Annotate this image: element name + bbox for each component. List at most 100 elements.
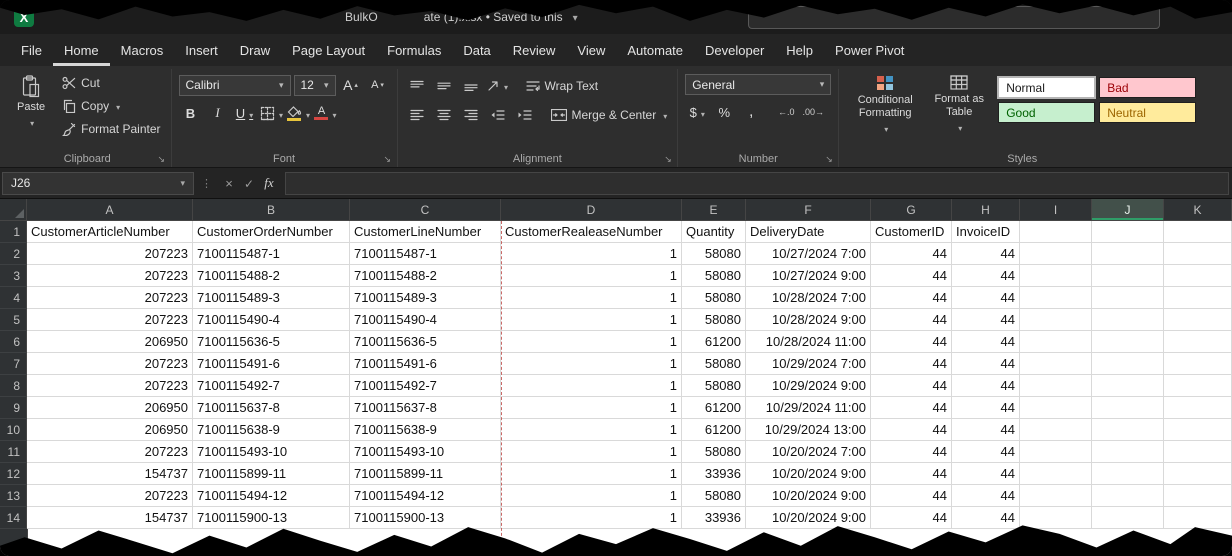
cell-D4[interactable]: 1 bbox=[501, 287, 682, 309]
cell-F10[interactable]: 10/29/2024 13:00 bbox=[746, 419, 871, 441]
cell-D13[interactable]: 1 bbox=[501, 485, 682, 507]
cell-K4[interactable] bbox=[1164, 287, 1232, 309]
cell-H3[interactable]: 44 bbox=[952, 265, 1020, 287]
cell-D2[interactable]: 1 bbox=[501, 243, 682, 265]
font-name-combo[interactable]: Calibri bbox=[179, 75, 291, 96]
cell-A8[interactable]: 207223 bbox=[27, 375, 193, 397]
cell-B2[interactable]: 7100115487-1 bbox=[193, 243, 350, 265]
cell-G12[interactable]: 44 bbox=[871, 463, 952, 485]
column-header-A[interactable]: A bbox=[27, 199, 193, 221]
menu-tab-macros[interactable]: Macros bbox=[110, 34, 175, 66]
cell-H1[interactable]: InvoiceID bbox=[952, 221, 1020, 243]
cell-style-good[interactable]: Good bbox=[998, 102, 1095, 123]
cell-C2[interactable]: 7100115487-1 bbox=[350, 243, 501, 265]
cell-K8[interactable] bbox=[1164, 375, 1232, 397]
cell-C7[interactable]: 7100115491-6 bbox=[350, 353, 501, 375]
cell-J12[interactable] bbox=[1092, 463, 1164, 485]
column-header-K[interactable]: K bbox=[1164, 199, 1232, 221]
cell-A2[interactable]: 207223 bbox=[27, 243, 193, 265]
column-header-D[interactable]: D bbox=[501, 199, 682, 221]
row-header-5[interactable]: 5 bbox=[0, 309, 27, 331]
cell-B4[interactable]: 7100115489-3 bbox=[193, 287, 350, 309]
cell-I3[interactable] bbox=[1020, 265, 1092, 287]
row-header-4[interactable]: 4 bbox=[0, 287, 27, 309]
insert-function-button[interactable] bbox=[259, 175, 279, 191]
cell-F8[interactable]: 10/29/2024 9:00 bbox=[746, 375, 871, 397]
cell-E9[interactable]: 61200 bbox=[682, 397, 746, 419]
cell-I10[interactable] bbox=[1020, 419, 1092, 441]
cell-K9[interactable] bbox=[1164, 397, 1232, 419]
cell-G9[interactable]: 44 bbox=[871, 397, 952, 419]
cell-E1[interactable]: Quantity bbox=[682, 221, 746, 243]
cell-K6[interactable] bbox=[1164, 331, 1232, 353]
cell-G6[interactable]: 44 bbox=[871, 331, 952, 353]
alignment-dialog-launcher[interactable] bbox=[664, 154, 674, 164]
cell-D6[interactable]: 1 bbox=[501, 331, 682, 353]
cell-H5[interactable]: 44 bbox=[952, 309, 1020, 331]
cell-H11[interactable]: 44 bbox=[952, 441, 1020, 463]
cell-J11[interactable] bbox=[1092, 441, 1164, 463]
increase-indent-button[interactable] bbox=[513, 104, 537, 126]
cell-E2[interactable]: 58080 bbox=[682, 243, 746, 265]
row-header-8[interactable]: 8 bbox=[0, 375, 27, 397]
cell-D3[interactable]: 1 bbox=[501, 265, 682, 287]
cell-H7[interactable]: 44 bbox=[952, 353, 1020, 375]
cell-E4[interactable]: 58080 bbox=[682, 287, 746, 309]
cell-C3[interactable]: 7100115488-2 bbox=[350, 265, 501, 287]
cell-A4[interactable]: 207223 bbox=[27, 287, 193, 309]
cell-H8[interactable]: 44 bbox=[952, 375, 1020, 397]
align-right-button[interactable] bbox=[459, 104, 483, 126]
cell-B13[interactable]: 7100115494-12 bbox=[193, 485, 350, 507]
cell-B5[interactable]: 7100115490-4 bbox=[193, 309, 350, 331]
wrap-text-button[interactable]: Wrap Text bbox=[523, 74, 602, 97]
cell-K12[interactable] bbox=[1164, 463, 1232, 485]
confirm-entry-button[interactable] bbox=[239, 176, 259, 191]
cell-C5[interactable]: 7100115490-4 bbox=[350, 309, 501, 331]
cell-D1[interactable]: CustomerRealeaseNumber bbox=[501, 221, 682, 243]
cell-B7[interactable]: 7100115491-6 bbox=[193, 353, 350, 375]
cell-A7[interactable]: 207223 bbox=[27, 353, 193, 375]
cell-J4[interactable] bbox=[1092, 287, 1164, 309]
cell-A6[interactable]: 206950 bbox=[27, 331, 193, 353]
cell-A13[interactable]: 207223 bbox=[27, 485, 193, 507]
cell-C11[interactable]: 7100115493-10 bbox=[350, 441, 501, 463]
cell-B6[interactable]: 7100115636-5 bbox=[193, 331, 350, 353]
cell-I14[interactable] bbox=[1020, 507, 1092, 529]
cell-K5[interactable] bbox=[1164, 309, 1232, 331]
cell-G11[interactable]: 44 bbox=[871, 441, 952, 463]
cell-F11[interactable]: 10/20/2024 7:00 bbox=[746, 441, 871, 463]
cell-K10[interactable] bbox=[1164, 419, 1232, 441]
cell-J9[interactable] bbox=[1092, 397, 1164, 419]
cell-H10[interactable]: 44 bbox=[952, 419, 1020, 441]
middle-align-button[interactable] bbox=[432, 75, 456, 97]
cell-D12[interactable]: 1 bbox=[501, 463, 682, 485]
menu-tab-view[interactable]: View bbox=[566, 34, 616, 66]
cell-D10[interactable]: 1 bbox=[501, 419, 682, 441]
cell-D7[interactable]: 1 bbox=[501, 353, 682, 375]
cell-I13[interactable] bbox=[1020, 485, 1092, 507]
italic-button[interactable]: I bbox=[206, 102, 230, 124]
cell-K11[interactable] bbox=[1164, 441, 1232, 463]
cell-J6[interactable] bbox=[1092, 331, 1164, 353]
cell-F3[interactable]: 10/27/2024 9:00 bbox=[746, 265, 871, 287]
menu-tab-data[interactable]: Data bbox=[452, 34, 501, 66]
row-header-11[interactable]: 11 bbox=[0, 441, 27, 463]
cell-A11[interactable]: 207223 bbox=[27, 441, 193, 463]
cell-I8[interactable] bbox=[1020, 375, 1092, 397]
decrease-decimal-button[interactable]: .00→ bbox=[801, 101, 825, 123]
cell-E11[interactable]: 58080 bbox=[682, 441, 746, 463]
number-dialog-launcher[interactable] bbox=[825, 154, 835, 164]
cell-J2[interactable] bbox=[1092, 243, 1164, 265]
top-align-button[interactable] bbox=[405, 75, 429, 97]
cell-C12[interactable]: 7100115899-11 bbox=[350, 463, 501, 485]
cell-B10[interactable]: 7100115638-9 bbox=[193, 419, 350, 441]
name-box[interactable]: J26 bbox=[2, 172, 194, 195]
cell-F1[interactable]: DeliveryDate bbox=[746, 221, 871, 243]
cell-B14[interactable]: 7100115900-13 bbox=[193, 507, 350, 529]
cell-E10[interactable]: 61200 bbox=[682, 419, 746, 441]
row-header-12[interactable]: 12 bbox=[0, 463, 27, 485]
cell-D5[interactable]: 1 bbox=[501, 309, 682, 331]
menu-tab-help[interactable]: Help bbox=[775, 34, 824, 66]
cell-G1[interactable]: CustomerID bbox=[871, 221, 952, 243]
cell-C6[interactable]: 7100115636-5 bbox=[350, 331, 501, 353]
